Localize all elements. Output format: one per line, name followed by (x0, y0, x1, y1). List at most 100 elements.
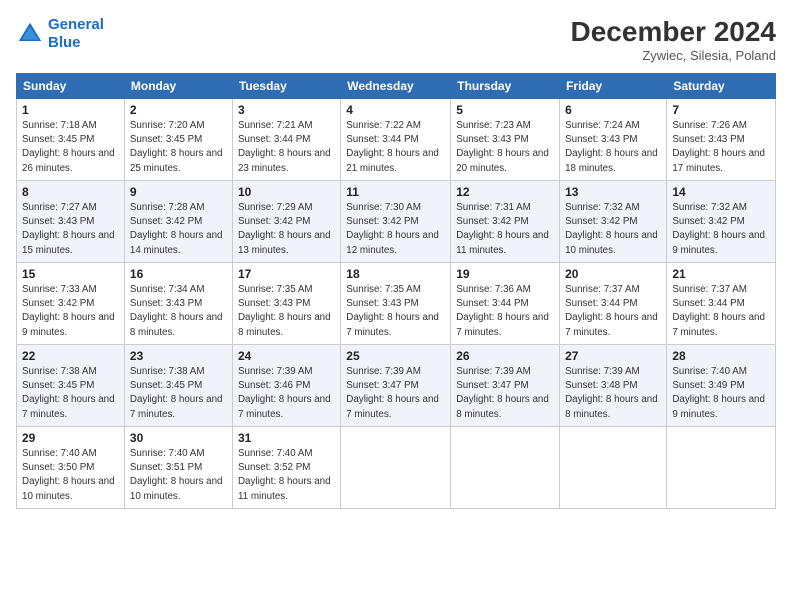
calendar-cell: 21 Sunrise: 7:37 AMSunset: 3:44 PMDayligh… (667, 263, 776, 345)
week-row-2: 15Sunrise: 7:33 AMSunset: 3:42 PMDayligh… (17, 263, 776, 345)
day-number: 20 (565, 267, 661, 281)
logo-icon (16, 20, 44, 48)
day-number: 28 (672, 349, 770, 363)
calendar-cell (667, 427, 776, 509)
day-number: 30 (130, 431, 227, 445)
calendar-cell: 11Sunrise: 7:30 AMSunset: 3:42 PMDayligh… (341, 181, 451, 263)
day-number: 24 (238, 349, 335, 363)
day-number: 13 (565, 185, 661, 199)
day-number: 7 (672, 103, 770, 117)
calendar-cell: 3 Sunrise: 7:21 AMSunset: 3:44 PMDaylight… (232, 99, 340, 181)
day-info: Sunrise: 7:21 AMSunset: 3:44 PMDaylight:… (238, 119, 335, 176)
header: General Blue December 2024 Zywiec, Siles… (16, 16, 776, 63)
calendar-cell: 14Sunrise: 7:32 AMSunset: 3:42 PMDayligh… (667, 181, 776, 263)
calendar-cell: 6 Sunrise: 7:24 AMSunset: 3:43 PMDaylight… (560, 99, 667, 181)
calendar-cell: 18 Sunrise: 7:35 AMSunset: 3:43 PMDayligh… (341, 263, 451, 345)
calendar-cell: 15Sunrise: 7:33 AMSunset: 3:42 PMDayligh… (17, 263, 125, 345)
day-number: 19 (456, 267, 554, 281)
calendar-cell: 1 Sunrise: 7:18 AMSunset: 3:45 PMDaylight… (17, 99, 125, 181)
day-info: Sunrise: 7:39 AMSunset: 3:47 PMDaylight:… (456, 365, 554, 422)
day-number: 27 (565, 349, 661, 363)
calendar-cell: 23Sunrise: 7:38 AMSunset: 3:45 PMDayligh… (124, 345, 232, 427)
day-info: Sunrise: 7:31 AMSunset: 3:42 PMDaylight:… (456, 201, 554, 258)
calendar-cell (341, 427, 451, 509)
day-info: Sunrise: 7:34 AMSunset: 3:43 PMDaylight:… (130, 283, 227, 340)
dow-header-thursday: Thursday (451, 74, 560, 99)
dow-header-friday: Friday (560, 74, 667, 99)
day-number: 10 (238, 185, 335, 199)
calendar-cell: 19 Sunrise: 7:36 AMSunset: 3:44 PMDayligh… (451, 263, 560, 345)
calendar-cell: 26 Sunrise: 7:39 AMSunset: 3:47 PMDayligh… (451, 345, 560, 427)
day-number: 3 (238, 103, 335, 117)
day-info: Sunrise: 7:22 AMSunset: 3:44 PMDaylight:… (346, 119, 445, 176)
day-info: Sunrise: 7:38 AMSunset: 3:45 PMDaylight:… (22, 365, 119, 422)
calendar-cell: 30 Sunrise: 7:40 AMSunset: 3:51 PMDayligh… (124, 427, 232, 509)
calendar-cell: 13Sunrise: 7:32 AMSunset: 3:42 PMDayligh… (560, 181, 667, 263)
calendar-cell: 12 Sunrise: 7:31 AMSunset: 3:42 PMDayligh… (451, 181, 560, 263)
day-info: Sunrise: 7:36 AMSunset: 3:44 PMDaylight:… (456, 283, 554, 340)
day-number: 21 (672, 267, 770, 281)
calendar-cell: 27 Sunrise: 7:39 AMSunset: 3:48 PMDayligh… (560, 345, 667, 427)
day-number: 25 (346, 349, 445, 363)
calendar-cell: 17Sunrise: 7:35 AMSunset: 3:43 PMDayligh… (232, 263, 340, 345)
week-row-0: 1 Sunrise: 7:18 AMSunset: 3:45 PMDaylight… (17, 99, 776, 181)
week-row-1: 8 Sunrise: 7:27 AMSunset: 3:43 PMDaylight… (17, 181, 776, 263)
week-row-4: 29 Sunrise: 7:40 AMSunset: 3:50 PMDayligh… (17, 427, 776, 509)
day-number: 1 (22, 103, 119, 117)
dow-header-wednesday: Wednesday (341, 74, 451, 99)
calendar-cell: 7 Sunrise: 7:26 AMSunset: 3:43 PMDaylight… (667, 99, 776, 181)
day-info: Sunrise: 7:39 AMSunset: 3:46 PMDaylight:… (238, 365, 335, 422)
calendar-cell: 29 Sunrise: 7:40 AMSunset: 3:50 PMDayligh… (17, 427, 125, 509)
day-number: 23 (130, 349, 227, 363)
dow-header-tuesday: Tuesday (232, 74, 340, 99)
day-info: Sunrise: 7:40 AMSunset: 3:52 PMDaylight:… (238, 447, 335, 504)
calendar-cell (560, 427, 667, 509)
day-info: Sunrise: 7:24 AMSunset: 3:43 PMDaylight:… (565, 119, 661, 176)
dow-header-monday: Monday (124, 74, 232, 99)
day-info: Sunrise: 7:40 AMSunset: 3:49 PMDaylight:… (672, 365, 770, 422)
day-info: Sunrise: 7:29 AMSunset: 3:42 PMDaylight:… (238, 201, 335, 258)
day-info: Sunrise: 7:35 AMSunset: 3:43 PMDaylight:… (346, 283, 445, 340)
day-number: 6 (565, 103, 661, 117)
logo: General Blue (16, 16, 104, 52)
days-of-week-row: SundayMondayTuesdayWednesdayThursdayFrid… (17, 74, 776, 99)
calendar-cell: 8 Sunrise: 7:27 AMSunset: 3:43 PMDaylight… (17, 181, 125, 263)
day-number: 4 (346, 103, 445, 117)
day-info: Sunrise: 7:18 AMSunset: 3:45 PMDaylight:… (22, 119, 119, 176)
day-info: Sunrise: 7:26 AMSunset: 3:43 PMDaylight:… (672, 119, 770, 176)
calendar-cell: 24 Sunrise: 7:39 AMSunset: 3:46 PMDayligh… (232, 345, 340, 427)
day-number: 18 (346, 267, 445, 281)
day-number: 2 (130, 103, 227, 117)
subtitle: Zywiec, Silesia, Poland (571, 48, 776, 63)
day-info: Sunrise: 7:39 AMSunset: 3:48 PMDaylight:… (565, 365, 661, 422)
calendar-cell: 28 Sunrise: 7:40 AMSunset: 3:49 PMDayligh… (667, 345, 776, 427)
calendar-body: 1 Sunrise: 7:18 AMSunset: 3:45 PMDaylight… (17, 99, 776, 509)
day-number: 14 (672, 185, 770, 199)
day-info: Sunrise: 7:23 AMSunset: 3:43 PMDaylight:… (456, 119, 554, 176)
day-info: Sunrise: 7:27 AMSunset: 3:43 PMDaylight:… (22, 201, 119, 258)
day-number: 5 (456, 103, 554, 117)
day-info: Sunrise: 7:28 AMSunset: 3:42 PMDaylight:… (130, 201, 227, 258)
day-info: Sunrise: 7:37 AMSunset: 3:44 PMDaylight:… (672, 283, 770, 340)
day-info: Sunrise: 7:39 AMSunset: 3:47 PMDaylight:… (346, 365, 445, 422)
day-number: 15 (22, 267, 119, 281)
day-info: Sunrise: 7:40 AMSunset: 3:51 PMDaylight:… (130, 447, 227, 504)
page: General Blue December 2024 Zywiec, Siles… (0, 0, 792, 612)
calendar-cell: 10 Sunrise: 7:29 AMSunset: 3:42 PMDayligh… (232, 181, 340, 263)
day-number: 16 (130, 267, 227, 281)
day-number: 8 (22, 185, 119, 199)
calendar-cell: 9 Sunrise: 7:28 AMSunset: 3:42 PMDaylight… (124, 181, 232, 263)
day-info: Sunrise: 7:20 AMSunset: 3:45 PMDaylight:… (130, 119, 227, 176)
calendar-cell (451, 427, 560, 509)
day-number: 11 (346, 185, 445, 199)
day-number: 26 (456, 349, 554, 363)
day-number: 12 (456, 185, 554, 199)
day-number: 29 (22, 431, 119, 445)
day-number: 9 (130, 185, 227, 199)
day-info: Sunrise: 7:37 AMSunset: 3:44 PMDaylight:… (565, 283, 661, 340)
calendar-cell: 31 Sunrise: 7:40 AMSunset: 3:52 PMDayligh… (232, 427, 340, 509)
day-number: 31 (238, 431, 335, 445)
calendar-cell: 2 Sunrise: 7:20 AMSunset: 3:45 PMDaylight… (124, 99, 232, 181)
day-number: 17 (238, 267, 335, 281)
day-info: Sunrise: 7:40 AMSunset: 3:50 PMDaylight:… (22, 447, 119, 504)
